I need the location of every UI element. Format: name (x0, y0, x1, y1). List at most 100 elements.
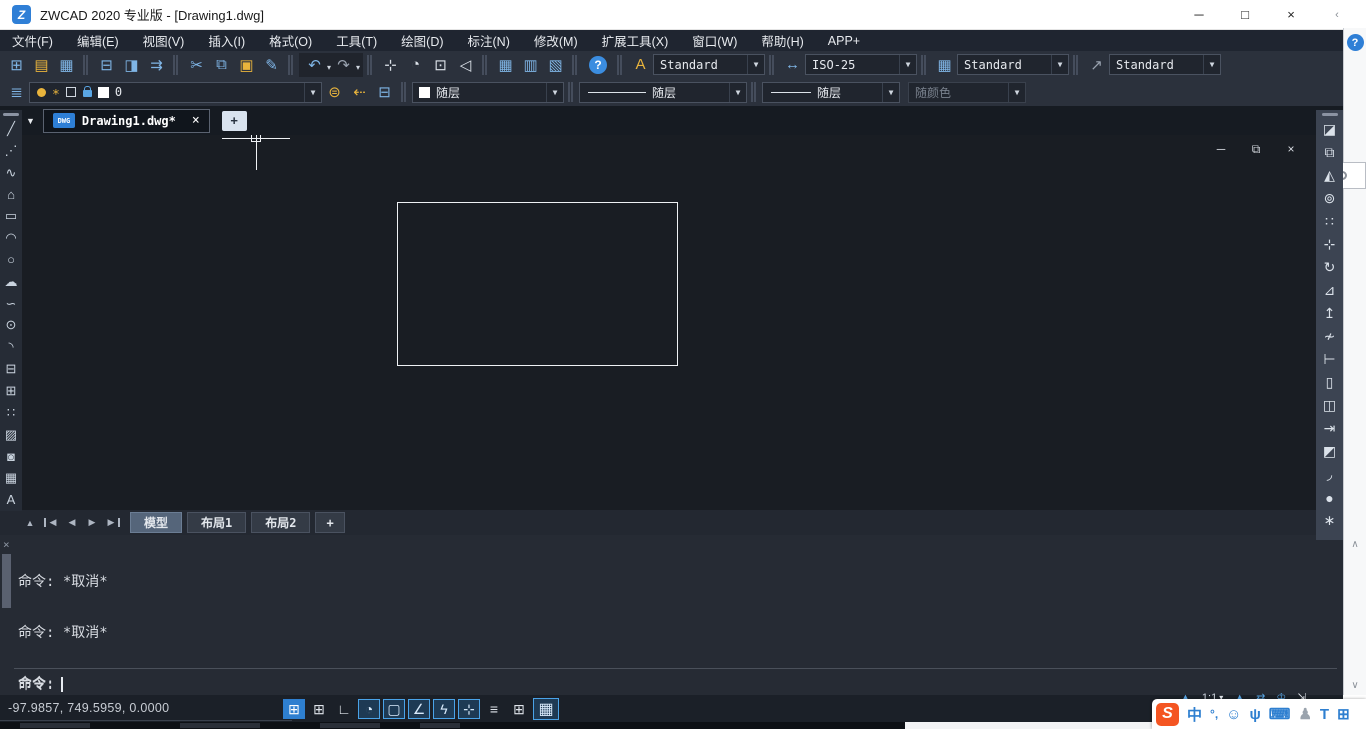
polyline-button[interactable]: ∿ (1, 162, 21, 184)
tab-layout1[interactable]: 布局1 (187, 512, 247, 533)
dynamic-ucs-toggle[interactable]: ⊹ (458, 699, 480, 719)
dim-style-combo[interactable]: ISO-25 ▼ (805, 54, 918, 75)
point-button[interactable]: ∷ (1, 402, 21, 424)
pan-button[interactable]: ⊹ (378, 53, 403, 77)
array-button[interactable]: ∷ (1318, 210, 1342, 233)
dim-style-icon[interactable]: ↔ (780, 53, 805, 77)
print-preview-button[interactable]: ◨ (119, 53, 144, 77)
table-style-icon[interactable]: ▦ (932, 53, 957, 77)
mirror-button[interactable]: ◭ (1318, 164, 1342, 187)
spline-button[interactable]: ∽ (1, 293, 21, 315)
ime-keyboard-button[interactable]: ⌨ (1269, 705, 1291, 723)
command-close-icon[interactable]: × (3, 538, 10, 551)
scale-button[interactable]: ⊿ (1318, 279, 1342, 302)
tab-close-icon[interactable]: × (192, 113, 200, 128)
menu-help[interactable]: 帮助(H) (749, 31, 815, 50)
next-tab-button[interactable]: ▶ (84, 517, 100, 528)
revision-cloud-button[interactable]: ☁ (1, 271, 21, 293)
print-button[interactable]: ⊟ (94, 53, 119, 77)
undo-button[interactable]: ↶ (302, 53, 327, 77)
command-scroll-up[interactable]: ∧ (1344, 539, 1366, 550)
layer-previous-button[interactable]: ⇠ (347, 80, 372, 104)
doc-minimize-button[interactable]: ─ (1214, 142, 1228, 157)
toolbar-grip[interactable] (1321, 113, 1338, 116)
otrack-toggle[interactable]: ∠ (408, 699, 430, 719)
chamfer-button[interactable]: ◩ (1318, 440, 1342, 463)
zoom-realtime-button[interactable]: ◔ (403, 53, 428, 77)
command-input[interactable]: 命令: (18, 674, 64, 694)
copy-clip-button[interactable]: ⧉ (209, 53, 234, 77)
hatch-button[interactable]: ▨ (1, 424, 21, 446)
menu-file[interactable]: 文件(F) (0, 31, 65, 50)
explode-button[interactable]: ∗ (1318, 509, 1342, 532)
ime-account-button[interactable]: ♟ (1298, 705, 1311, 723)
mtext-button[interactable]: A (1, 489, 21, 511)
command-drag-grip[interactable] (2, 554, 11, 608)
minimize-button[interactable]: ─ (1190, 7, 1208, 22)
redo-dropdown-icon[interactable]: ▾ (356, 63, 360, 72)
menu-format[interactable]: 格式(O) (257, 31, 324, 50)
redo-button[interactable]: ↷ (331, 53, 356, 77)
quickcalc-button[interactable]: ▦ (493, 53, 518, 77)
break-button[interactable]: ◫ (1318, 394, 1342, 417)
polar-toggle[interactable]: ◔ (358, 699, 380, 719)
paste-button[interactable]: ▣ (234, 53, 259, 77)
break-at-point-button[interactable]: ▯ (1318, 371, 1342, 394)
trim-button[interactable]: ≁ (1318, 325, 1342, 348)
layer-states-button[interactable]: ⊟ (372, 80, 397, 104)
table-button[interactable]: ▦ (1, 467, 21, 489)
text-style-icon[interactable]: A (628, 53, 653, 77)
grid-toggle[interactable]: ⊞ (308, 699, 330, 719)
rectangle-button[interactable]: ▭ (1, 205, 21, 227)
save-button[interactable]: ▦ (54, 53, 79, 77)
ime-skin-button[interactable]: T (1320, 706, 1329, 723)
ime-punctuation-button[interactable]: °, (1210, 707, 1218, 721)
close-button[interactable]: × (1282, 7, 1300, 22)
zoom-previous-button[interactable]: ◁ (453, 53, 478, 77)
document-tab-drawing1[interactable]: DWG Drawing1.dwg* × (42, 108, 210, 133)
help-button[interactable]: ? (589, 55, 608, 74)
properties-palette-button[interactable]: ▥ (518, 53, 543, 77)
prev-tab-button[interactable]: ◀ (64, 517, 80, 528)
dynamic-input-toggle[interactable]: ϟ (433, 699, 455, 719)
mleader-style-icon[interactable]: ↗ (1084, 53, 1109, 77)
help-float-button[interactable]: ? (1346, 34, 1364, 51)
insert-block-button[interactable]: ⊟ (1, 358, 21, 380)
menu-tools[interactable]: 工具(T) (324, 31, 389, 50)
ime-voice-button[interactable]: ψ (1249, 706, 1260, 723)
arc-button[interactable]: ◠ (1, 227, 21, 249)
make-layer-current-button[interactable]: ⊜ (322, 80, 347, 104)
table-style-combo[interactable]: Standard ▼ (957, 54, 1070, 75)
text-style-combo[interactable]: Standard ▼ (653, 54, 766, 75)
last-tab-button[interactable]: ▶ (104, 518, 120, 527)
tab-scroll-up-icon[interactable]: ▲ (22, 518, 38, 528)
match-properties-button[interactable]: ✎ (259, 53, 284, 77)
move-button[interactable]: ⊹ (1318, 233, 1342, 256)
mleader-style-combo[interactable]: Standard ▼ (1109, 54, 1222, 75)
maximize-button[interactable]: □ (1236, 7, 1254, 22)
fillet-button[interactable]: ◞ (1318, 463, 1342, 486)
designcenter-button[interactable]: ▧ (543, 53, 568, 77)
menu-express-tools[interactable]: 扩展工具(X) (590, 31, 681, 50)
ellipse-button[interactable]: ⊙ (1, 314, 21, 336)
lineweight-combo[interactable]: 随层 ▼ (762, 81, 900, 103)
snap-toggle[interactable]: ⊞ (283, 699, 305, 719)
command-window[interactable]: × 命令: *取消* 命令: *取消* 命令: 命令: 命令: _rectang… (0, 535, 1343, 729)
tab-model[interactable]: 模型 (130, 512, 183, 533)
offset-button[interactable]: ⊚ (1318, 187, 1342, 210)
polygon-button[interactable]: ⌂ (1, 183, 21, 205)
make-block-button[interactable]: ⊞ (1, 380, 21, 402)
layer-manager-button[interactable]: ≣ (4, 80, 29, 104)
menu-app-plus[interactable]: APP+ (816, 34, 872, 48)
line-button[interactable]: ╱ (1, 118, 21, 140)
menu-window[interactable]: 窗口(W) (680, 31, 749, 50)
doc-close-button[interactable]: × (1284, 142, 1298, 157)
stretch-button[interactable]: ↥ (1318, 302, 1342, 325)
linetype-combo[interactable]: 随层 ▼ (579, 81, 747, 103)
ime-chinese-mode-button[interactable]: 中 (1187, 704, 1202, 725)
construction-line-button[interactable]: ⋰ (1, 140, 21, 162)
doc-restore-button[interactable]: ⧉ (1249, 142, 1263, 157)
toolbar-grip[interactable] (3, 113, 19, 116)
ortho-toggle[interactable]: ∟ (333, 699, 355, 719)
ime-emoji-button[interactable]: ☺ (1226, 706, 1241, 723)
